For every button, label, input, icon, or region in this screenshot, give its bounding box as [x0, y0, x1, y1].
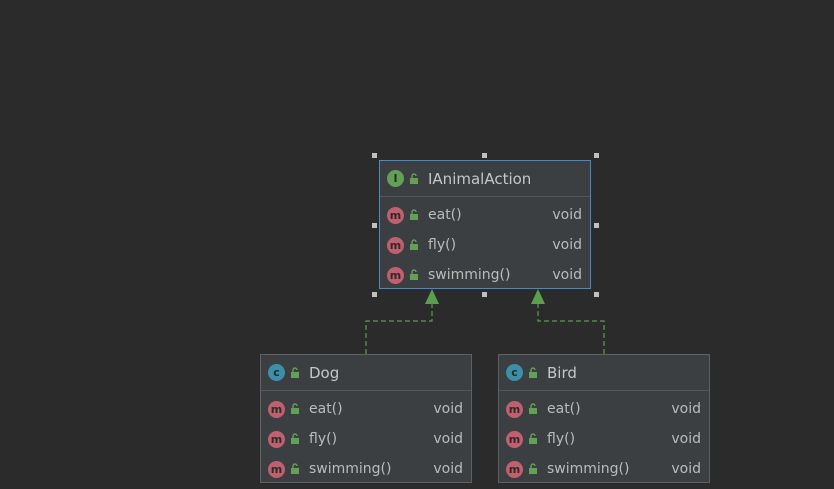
public-lock-icon: [529, 403, 537, 414]
method-icon: m: [268, 400, 285, 418]
method-icon: m: [506, 460, 523, 478]
node-header: c Dog: [261, 355, 471, 391]
method-name: fly(): [309, 431, 338, 447]
member-row[interactable]: m fly() void: [499, 424, 709, 454]
public-lock-icon: [291, 463, 299, 474]
member-row[interactable]: m fly() void: [261, 424, 471, 454]
method-icon: m: [268, 430, 285, 448]
bird-implements-arrowhead: [531, 289, 545, 304]
node-header: I IAnimalAction: [380, 161, 590, 197]
return-type: void: [671, 401, 701, 417]
dog-implements-arrow-line[interactable]: [365, 304, 433, 354]
class-node-bird[interactable]: c Bird m eat() void m fly() void m swimm…: [498, 354, 710, 483]
method-name: eat(): [309, 401, 343, 417]
member-row[interactable]: m swimming() void: [499, 454, 709, 484]
interface-node-ianimalaction[interactable]: I IAnimalAction m eat() void m fly() voi…: [379, 160, 591, 289]
resize-handle-bottom-right[interactable]: [594, 292, 599, 297]
method-icon: m: [387, 236, 404, 254]
return-type: void: [433, 461, 463, 477]
resize-handle-left[interactable]: [372, 223, 377, 228]
resize-handle-top-right[interactable]: [594, 153, 599, 158]
public-lock-icon: [529, 463, 537, 474]
method-icon: m: [387, 206, 404, 224]
resize-handle-right[interactable]: [594, 223, 599, 228]
return-type: void: [433, 431, 463, 447]
public-lock-icon: [529, 433, 537, 444]
resize-handle-bottom[interactable]: [482, 292, 487, 297]
node-title: Dog: [309, 363, 340, 382]
resize-handle-top[interactable]: [482, 153, 487, 158]
method-icon: m: [387, 266, 404, 284]
interface-icon: I: [387, 170, 404, 187]
method-name: swimming(): [309, 461, 392, 477]
node-title: IAnimalAction: [428, 169, 532, 188]
public-lock-icon: [410, 239, 418, 250]
method-name: swimming(): [428, 267, 511, 283]
method-name: fly(): [428, 237, 457, 253]
method-icon: m: [506, 430, 523, 448]
public-lock-icon: [410, 269, 418, 280]
public-lock-icon: [291, 366, 299, 378]
class-icon: c: [506, 364, 523, 381]
public-lock-icon: [410, 172, 418, 184]
resize-handle-top-left[interactable]: [372, 153, 377, 158]
bird-implements-arrow-line[interactable]: [537, 304, 605, 354]
public-lock-icon: [291, 403, 299, 414]
return-type: void: [552, 207, 582, 223]
member-row[interactable]: m eat() void: [499, 394, 709, 424]
member-row[interactable]: m swimming() void: [380, 260, 590, 290]
return-type: void: [552, 237, 582, 253]
member-row[interactable]: m eat() void: [261, 394, 471, 424]
return-type: void: [433, 401, 463, 417]
node-title: Bird: [547, 363, 577, 382]
class-node-dog[interactable]: c Dog m eat() void m fly() void m swimmi…: [260, 354, 472, 483]
member-row[interactable]: m eat() void: [380, 200, 590, 230]
dog-implements-arrowhead: [425, 289, 439, 304]
return-type: void: [552, 267, 582, 283]
return-type: void: [671, 431, 701, 447]
method-name: eat(): [547, 401, 581, 417]
return-type: void: [671, 461, 701, 477]
public-lock-icon: [291, 433, 299, 444]
method-name: eat(): [428, 207, 462, 223]
class-icon: c: [268, 364, 285, 381]
method-icon: m: [268, 460, 285, 478]
method-icon: m: [506, 400, 523, 418]
method-name: swimming(): [547, 461, 630, 477]
method-name: fly(): [547, 431, 576, 447]
member-row[interactable]: m fly() void: [380, 230, 590, 260]
resize-handle-bottom-left[interactable]: [372, 292, 377, 297]
public-lock-icon: [410, 209, 418, 220]
public-lock-icon: [529, 366, 537, 378]
node-header: c Bird: [499, 355, 709, 391]
member-row[interactable]: m swimming() void: [261, 454, 471, 484]
